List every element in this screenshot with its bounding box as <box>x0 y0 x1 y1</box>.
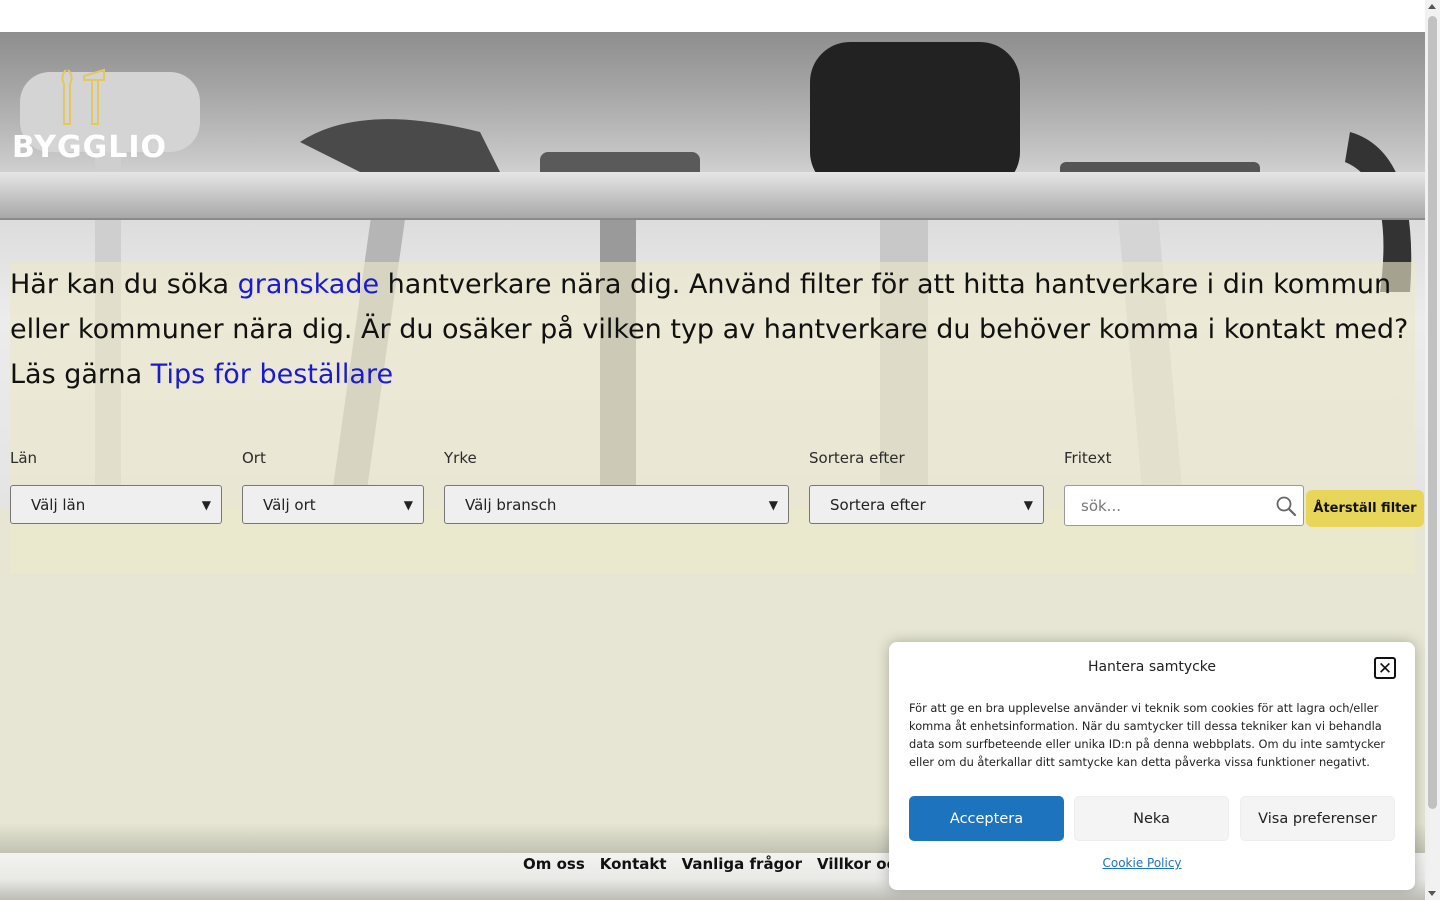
yrke-label: Yrke <box>444 449 477 467</box>
tools-logo-icon <box>61 68 105 125</box>
top-bar <box>0 0 1425 32</box>
intro-part-1: Här kan du söka <box>10 269 238 300</box>
scrollbar-thumb[interactable] <box>1428 16 1437 809</box>
granskade-link[interactable]: granskade <box>238 269 379 300</box>
footer-link-vanliga-fragor[interactable]: Vanliga frågor <box>682 855 802 873</box>
yrke-select[interactable]: Välj bransch ▼ <box>444 485 789 524</box>
tips-for-bestallare-link[interactable]: Tips för beställare <box>151 359 393 390</box>
yrke-select-value: Välj bransch <box>465 495 557 514</box>
logo[interactable]: BYGGLIO <box>10 66 166 166</box>
scrollbar[interactable] <box>1425 0 1440 900</box>
search-input[interactable]: sök... <box>1064 485 1304 526</box>
shelf <box>0 172 1425 220</box>
lan-select-value: Välj län <box>31 495 86 514</box>
accept-button[interactable]: Acceptera <box>909 796 1064 841</box>
deny-button[interactable]: Neka <box>1074 796 1229 841</box>
consent-body: För att ge en bra upplevelse använder vi… <box>909 701 1386 769</box>
chevron-down-icon: ▼ <box>403 497 413 512</box>
scroll-down-arrow-icon[interactable] <box>1428 891 1436 896</box>
chevron-down-icon: ▼ <box>1023 497 1033 512</box>
ort-select[interactable]: Välj ort ▼ <box>242 485 424 524</box>
ort-select-value: Välj ort <box>263 495 316 514</box>
consent-dialog: Hantera samtycke ✕ För att ge en bra upp… <box>889 642 1415 890</box>
sort-select-value: Sortera efter <box>830 495 926 514</box>
sort-select[interactable]: Sortera efter ▼ <box>809 485 1044 524</box>
consent-title: Hantera samtycke <box>1087 659 1217 675</box>
scroll-up-arrow-icon[interactable] <box>1428 4 1436 9</box>
footer-link-om-oss[interactable]: Om oss <box>523 855 585 873</box>
reset-filter-button[interactable]: Återställ filter <box>1306 490 1424 527</box>
search-placeholder: sök... <box>1081 496 1121 515</box>
cookie-policy-link[interactable]: Cookie Policy <box>889 856 1395 870</box>
lan-select[interactable]: Välj län ▼ <box>10 485 222 524</box>
fritext-label: Fritext <box>1064 449 1112 467</box>
ort-label: Ort <box>242 449 266 467</box>
chevron-down-icon: ▼ <box>768 497 778 512</box>
sort-label: Sortera efter <box>809 449 905 467</box>
lan-label: Län <box>10 449 38 467</box>
search-icon[interactable] <box>1275 495 1297 517</box>
preferences-button[interactable]: Visa preferenser <box>1240 796 1395 841</box>
intro-text: Här kan du söka granskade hantverkare nä… <box>10 262 1410 397</box>
logo-text: BYGGLIO <box>12 130 167 165</box>
chevron-down-icon: ▼ <box>201 497 211 512</box>
close-icon[interactable]: ✕ <box>1374 657 1396 679</box>
footer-link-kontakt[interactable]: Kontakt <box>600 855 667 873</box>
